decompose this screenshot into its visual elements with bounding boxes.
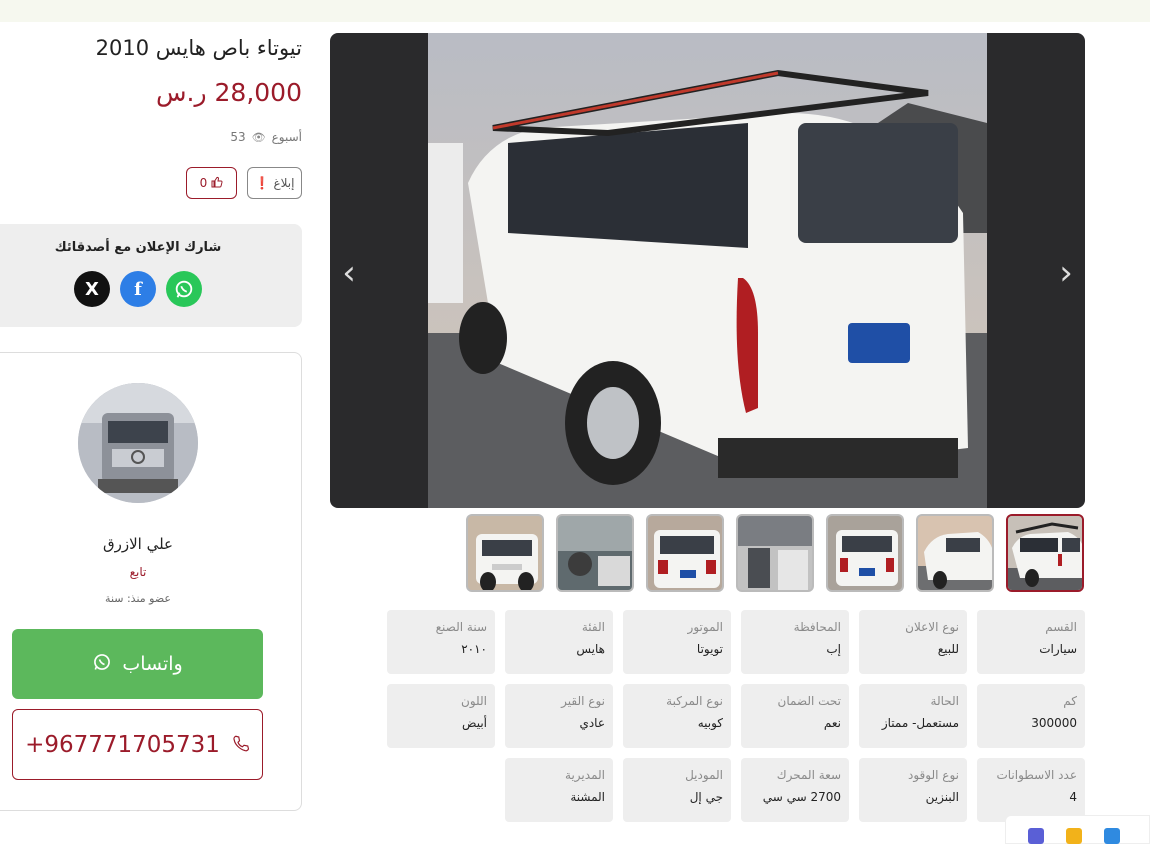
spec-label: اللون <box>461 694 487 708</box>
spec-value: مستعمل- ممتاز <box>881 716 959 730</box>
spec-item: المديرية المشنة <box>505 758 613 822</box>
spec-label: نوع الوقود <box>908 768 959 782</box>
listing-price: 28,000 ر.س <box>156 78 302 107</box>
spec-item: نوع الاعلان للبيع <box>859 610 967 674</box>
spec-value: نعم <box>823 716 841 730</box>
thumbnail[interactable] <box>826 514 904 592</box>
top-strip <box>0 0 1150 22</box>
main-photo[interactable] <box>428 33 987 508</box>
alert-icon: ❗ <box>254 176 270 190</box>
spec-label: الفئة <box>581 620 605 634</box>
spec-item: القسم سيارات <box>977 610 1085 674</box>
spec-item: سنة الصنع ٢٠١٠ <box>387 610 495 674</box>
thumbs-up-icon <box>211 176 223 191</box>
share-icons: X f <box>74 271 202 307</box>
eye-icon: 👁 <box>251 130 266 144</box>
thumbnail[interactable] <box>736 514 814 592</box>
spec-value: للبيع <box>937 642 959 656</box>
spec-item: تحت الضمان نعم <box>741 684 849 748</box>
spec-item: سعة المحرك 2700 سي سي <box>741 758 849 822</box>
report-label: إبلاغ <box>273 176 295 190</box>
spec-value: هايس <box>576 642 605 656</box>
listing-meta: أسبوع 👁 53 <box>230 130 302 144</box>
spec-label: سنة الصنع <box>435 620 487 634</box>
spec-label: كم <box>1063 694 1077 708</box>
app-icon[interactable] <box>1066 828 1082 844</box>
whatsapp-label: واتساب <box>122 653 183 675</box>
spec-value: المشنة <box>570 790 605 804</box>
teams-icon[interactable] <box>1028 828 1044 844</box>
spec-item: نوع المركبة كوبيه <box>623 684 731 748</box>
floating-widget <box>1005 815 1150 844</box>
prev-image-button[interactable]: ‹ <box>334 253 364 293</box>
follow-link[interactable]: تابع <box>0 565 276 579</box>
time-ago: أسبوع <box>271 130 302 144</box>
whatsapp-button[interactable]: واتساب <box>12 629 263 699</box>
spec-value: أبيض <box>462 716 487 730</box>
image-gallery: ‹ › <box>330 33 1085 508</box>
spec-item: المحافظة إب <box>741 610 849 674</box>
call-button[interactable]: +967771705731 <box>12 709 263 780</box>
spec-item: الحالة مستعمل- ممتاز <box>859 684 967 748</box>
x-icon[interactable]: X <box>74 271 110 307</box>
like-button[interactable]: 0 <box>186 167 237 199</box>
spec-label: القسم <box>1045 620 1077 634</box>
report-button[interactable]: إبلاغ ❗ <box>247 167 302 199</box>
spec-value: 300000 <box>1031 716 1077 730</box>
spec-label: نوع الاعلان <box>905 620 959 634</box>
spec-label: الموتور <box>687 620 723 634</box>
spec-label: سعة المحرك <box>776 768 841 782</box>
share-title: شارك الإعلان مع أصدقائك <box>54 240 222 255</box>
spec-value: كوبيه <box>697 716 723 730</box>
next-image-button[interactable]: › <box>1051 253 1081 293</box>
spec-value: سيارات <box>1039 642 1077 656</box>
spec-item: عدد الاسطوانات 4 <box>977 758 1085 822</box>
spec-item: نوع الوقود البنزين <box>859 758 967 822</box>
spec-label: نوع القير <box>561 694 605 708</box>
spec-value: جي إل <box>689 790 723 804</box>
thumbnail[interactable] <box>646 514 724 592</box>
seller-avatar[interactable] <box>78 383 198 503</box>
listing-actions: 0 إبلاغ ❗ <box>186 167 302 199</box>
spec-item: الموتور تويوتا <box>623 610 731 674</box>
listing-title: تيوتاء باص هايس 2010 <box>95 36 302 60</box>
phone-icon <box>232 732 250 758</box>
shield-icon[interactable] <box>1104 828 1120 844</box>
phone-number: +967771705731 <box>25 731 220 758</box>
spec-item: الموديل جي إل <box>623 758 731 822</box>
member-since: عضو منذ: سنة <box>105 592 171 605</box>
spec-label: المديرية <box>565 768 605 782</box>
spec-item: كم 300000 <box>977 684 1085 748</box>
spec-value: تويوتا <box>696 642 723 656</box>
spec-label: نوع المركبة <box>666 694 723 708</box>
spec-value: إب <box>826 642 841 656</box>
spec-value: 2700 سي سي <box>762 790 841 804</box>
spec-item: الفئة هايس <box>505 610 613 674</box>
spec-label: المحافظة <box>793 620 841 634</box>
thumbnail[interactable] <box>466 514 544 592</box>
spec-label: الحالة <box>930 694 959 708</box>
spec-item: نوع القير عادي <box>505 684 613 748</box>
spec-value: البنزين <box>925 790 959 804</box>
view-count: 53 <box>230 130 246 144</box>
thumbnail[interactable] <box>916 514 994 592</box>
spec-label: عدد الاسطوانات <box>996 768 1077 782</box>
thumbnail-active[interactable] <box>1006 514 1084 592</box>
spec-value: ٢٠١٠ <box>461 642 487 656</box>
spec-label: الموديل <box>685 768 723 782</box>
thumbnail[interactable] <box>556 514 634 592</box>
whatsapp-icon[interactable] <box>166 271 202 307</box>
spec-item: اللون أبيض <box>387 684 495 748</box>
spec-label: تحت الضمان <box>777 694 842 708</box>
thumbnail-strip <box>466 514 1084 592</box>
spec-value: عادي <box>579 716 605 730</box>
spec-value: 4 <box>1069 790 1077 804</box>
facebook-icon[interactable]: f <box>120 271 156 307</box>
like-count: 0 <box>199 176 208 190</box>
seller-card: علي الازرق تابع عضو منذ: سنة واتساب +967… <box>0 352 302 811</box>
seller-name: علي الازرق <box>102 535 174 553</box>
whatsapp-icon <box>92 652 112 677</box>
